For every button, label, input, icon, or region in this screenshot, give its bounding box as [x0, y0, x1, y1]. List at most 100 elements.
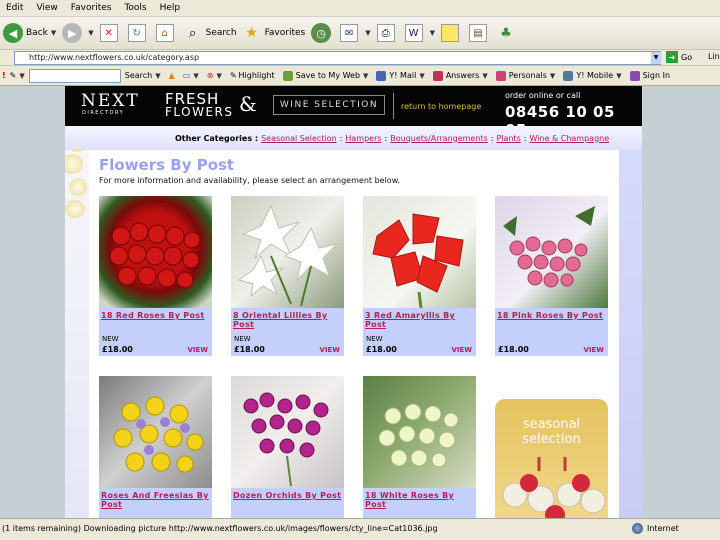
back-button[interactable]: ◀ Back ▼ — [3, 23, 56, 43]
header-divider — [393, 93, 394, 119]
personals-link[interactable]: Personals ▼ — [495, 70, 555, 81]
go-label: Go — [681, 52, 693, 62]
product-photo-red-roses[interactable] — [99, 196, 212, 308]
stop-button[interactable]: ✕ — [99, 24, 122, 42]
yahoo-logo-icon[interactable]: ! — [2, 71, 6, 80]
next-directory-label: DIRECTORY — [82, 110, 125, 116]
new-badge: NEW — [234, 335, 251, 343]
answers-icon — [432, 70, 443, 81]
chevron-down-icon: ▼ — [429, 29, 435, 37]
product-photo-white-roses[interactable] — [363, 376, 476, 488]
product-card: 18 White Roses By Post — [363, 376, 476, 518]
product-name-link[interactable]: 18 Pink Roses By Post — [497, 311, 606, 320]
search-icon: ⌕ — [189, 25, 197, 41]
product-info: 3 Red Amaryllis By Post NEW £18.00 VIEW — [363, 308, 476, 356]
mail-button[interactable]: ✉ ▼ — [340, 24, 371, 42]
mail-icon: ✉ — [340, 24, 359, 42]
view-link[interactable]: VIEW — [451, 346, 472, 354]
back-label: Back — [26, 28, 48, 38]
favorites-button[interactable]: ★ Favorites — [243, 24, 306, 42]
product-photo-roses-freesias[interactable] — [99, 376, 212, 488]
star-icon: ★ — [245, 25, 258, 41]
refresh-button[interactable]: ↻ — [127, 24, 150, 42]
return-to-homepage-link[interactable]: return to homepage — [401, 102, 481, 111]
product-info: Roses And Freesias By Post — [99, 488, 212, 518]
history-button[interactable]: ◷ — [311, 23, 334, 43]
menu-help[interactable]: Help — [160, 3, 181, 13]
category-link-bouquets[interactable]: Bouquets/Arrangements — [390, 134, 488, 143]
new-badge: NEW — [102, 335, 119, 343]
wine-selection-badge[interactable]: WINE SELECTION — [273, 95, 385, 115]
address-input[interactable]: http://www.nextflowers.co.uk/category.as… — [14, 51, 661, 65]
product-name-link[interactable]: 3 Red Amaryllis By Post — [365, 311, 474, 329]
product-name-link[interactable]: Roses And Freesias By Post — [101, 491, 210, 509]
product-photo-dozen-orchids[interactable] — [231, 376, 344, 488]
mobile-icon — [563, 70, 574, 81]
intro-text: For more information and availability, p… — [99, 176, 401, 185]
yahoo-search-input[interactable] — [28, 68, 121, 83]
address-bar: http://www.nextflowers.co.uk/category.as… — [0, 50, 720, 66]
menu-favorites[interactable]: Favorites — [71, 3, 112, 13]
pencil-icon[interactable]: ✎ ▼ — [10, 71, 25, 80]
go-button[interactable]: ➜ Go — [666, 51, 692, 63]
block-icon[interactable]: ⊗ ▼ — [207, 71, 222, 80]
status-text: (1 items remaining) Downloading picture … — [2, 524, 438, 533]
sign-in-link[interactable]: Sign In — [629, 70, 670, 81]
product-name-link[interactable]: 8 Oriental Lillies By Post — [233, 311, 342, 329]
new-badge: NEW — [366, 335, 383, 343]
home-icon: ⌂ — [155, 24, 174, 42]
menu-view[interactable]: View — [36, 3, 57, 13]
search-button[interactable]: ⌕ Search — [184, 24, 237, 42]
note-button[interactable] — [441, 24, 463, 42]
flowers-logo: FLOWERS — [165, 105, 234, 119]
category-link-plants[interactable]: Plants — [496, 134, 520, 143]
home-button[interactable]: ⌂ — [155, 24, 178, 42]
bookmark-icon[interactable]: ▭ ▼ — [183, 71, 199, 80]
view-link[interactable]: VIEW — [583, 346, 604, 354]
product-name-link[interactable]: Dozen Orchids By Post — [233, 491, 342, 500]
go-arrow-icon: ➜ — [666, 51, 678, 63]
mobile-link[interactable]: Y! Mobile ▼ — [563, 70, 622, 81]
edit-button[interactable]: W ▼ — [404, 24, 435, 42]
research-button[interactable]: ▤ — [469, 24, 491, 42]
seasonal-selection-banner[interactable]: seasonal selection — [495, 399, 608, 518]
product-info: Dozen Orchids By Post — [231, 488, 344, 518]
mail-link[interactable]: Y! Mail ▼ — [376, 70, 425, 81]
menu-bar: Edit View Favorites Tools Help — [0, 0, 720, 17]
save-to-my-web-button[interactable]: Save to My Web ▼ — [282, 70, 368, 81]
product-photo-oriental-lillies[interactable] — [231, 196, 344, 308]
product-price: £18.00 — [366, 345, 397, 354]
yahoo-search-button[interactable]: Search ▼ — [125, 71, 161, 80]
product-photo-red-amaryllis[interactable] — [363, 196, 476, 308]
product-name-link[interactable]: 18 White Roses By Post — [365, 491, 474, 509]
category-link-seasonal[interactable]: Seasonal Selection — [261, 134, 337, 143]
highlight-button[interactable]: ✎ Highlight — [230, 71, 275, 80]
forward-button[interactable]: ▶ ▼ — [62, 23, 94, 43]
product-card: 3 Red Amaryllis By Post NEW £18.00 VIEW — [363, 196, 476, 356]
messenger-button[interactable]: ♣ — [497, 24, 519, 42]
menu-edit[interactable]: Edit — [6, 3, 23, 13]
category-link-hampers[interactable]: Hampers — [345, 134, 381, 143]
next-logo[interactable]: NEXT — [81, 91, 140, 111]
links-label[interactable]: Lin — [708, 52, 720, 61]
view-link[interactable]: VIEW — [187, 346, 208, 354]
view-link[interactable]: VIEW — [319, 346, 340, 354]
product-name-link[interactable]: 18 Red Roses By Post — [101, 311, 210, 320]
answers-link[interactable]: Answers ▼ — [432, 70, 488, 81]
product-card: Dozen Orchids By Post — [231, 376, 344, 518]
warning-icon[interactable]: ▲ — [169, 71, 175, 80]
product-price: £18.00 — [234, 345, 265, 354]
address-dropdown-icon[interactable]: ▼ — [651, 52, 661, 64]
favorites-label: Favorites — [264, 28, 306, 38]
globe-icon — [632, 523, 643, 534]
standard-toolbar: ◀ Back ▼ ▶ ▼ ✕ ↻ ⌂ ⌕ Search ★ Favorites … — [0, 17, 720, 50]
category-link-wine[interactable]: Wine & Champagne — [529, 134, 609, 143]
product-card: 18 Pink Roses By Post £18.00 VIEW — [495, 196, 608, 356]
product-info: 18 White Roses By Post — [363, 488, 476, 518]
product-photo-pink-roses[interactable] — [495, 196, 608, 308]
print-button[interactable]: ⎙ — [376, 24, 399, 42]
product-info: 8 Oriental Lillies By Post NEW £18.00 VI… — [231, 308, 344, 356]
menu-tools[interactable]: Tools — [124, 3, 146, 13]
product-card: Roses And Freesias By Post — [99, 376, 212, 518]
back-arrow-icon: ◀ — [3, 23, 23, 43]
